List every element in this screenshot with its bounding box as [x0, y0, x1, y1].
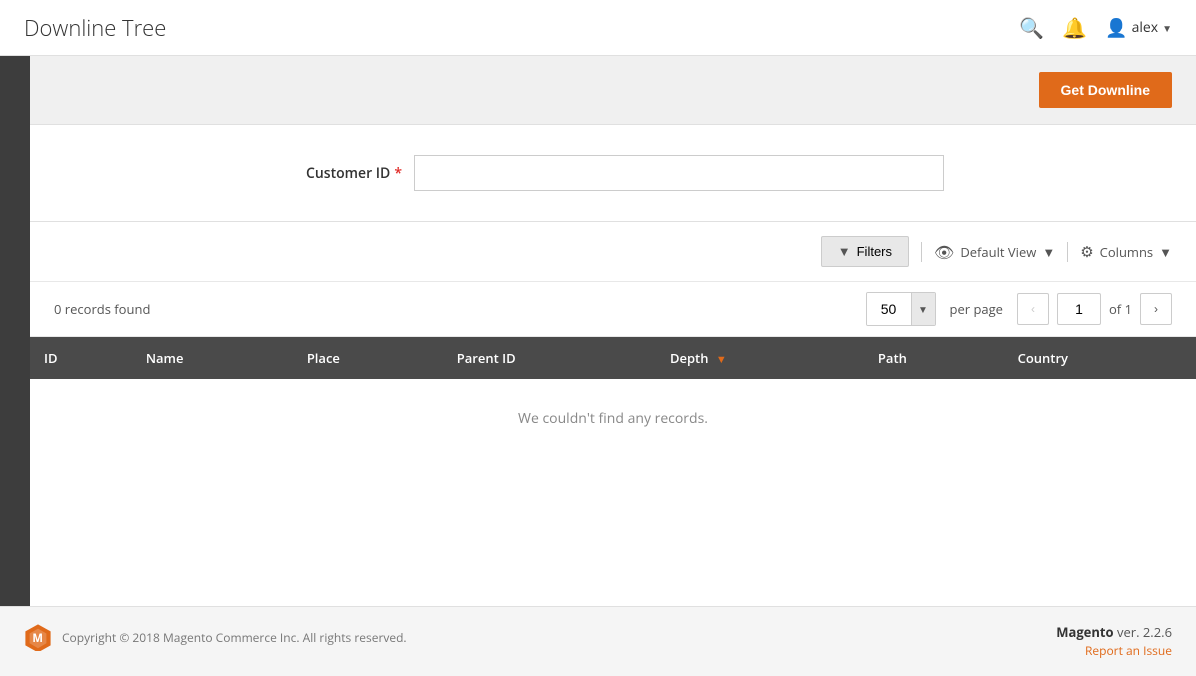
col-depth[interactable]: Depth ▼	[656, 337, 864, 379]
sort-desc-icon: ▼	[716, 352, 727, 367]
pagination: 50 ▼ per page ‹ 1 of 1 ›	[866, 292, 1173, 326]
table-header-row: ID Name Place Parent ID Depth ▼ Path Cou…	[30, 337, 1196, 379]
gear-icon: ⚙	[1080, 242, 1093, 262]
page-total: of 1	[1109, 300, 1132, 318]
customer-id-input[interactable]	[414, 155, 944, 191]
header-actions: 🔍 🔔 👤 alex ▼	[1019, 14, 1172, 41]
get-downline-button[interactable]: Get Downline	[1039, 72, 1172, 108]
footer-version-number: ver. 2.2.6	[1117, 623, 1172, 641]
search-icon[interactable]: 🔍	[1019, 14, 1044, 41]
sidebar	[0, 56, 30, 606]
notification-icon[interactable]: 🔔	[1062, 14, 1087, 41]
col-country: Country	[1004, 337, 1196, 379]
toolbar-divider2	[1067, 242, 1068, 262]
toolbar-divider	[921, 242, 922, 262]
user-name: alex	[1132, 18, 1159, 37]
empty-row: We couldn't find any records.	[30, 379, 1196, 458]
records-bar: 0 records found 50 ▼ per page ‹ 1 of 1 ›	[30, 282, 1196, 337]
page-title: Downline Tree	[24, 13, 166, 43]
user-menu[interactable]: 👤 alex ▼	[1105, 16, 1172, 40]
records-count: 0 records found	[54, 300, 150, 318]
per-page-label: per page	[950, 300, 1003, 318]
col-path: Path	[864, 337, 1004, 379]
columns-control[interactable]: ⚙ Columns ▼	[1080, 242, 1172, 262]
next-page-button[interactable]: ›	[1140, 293, 1172, 325]
eye-icon: 👁	[934, 241, 954, 263]
footer-brand: Magento	[1056, 623, 1113, 641]
per-page-select[interactable]: 50 ▼	[866, 292, 936, 326]
action-bar: Get Downline	[30, 56, 1196, 125]
customer-id-row: Customer ID*	[54, 155, 1172, 191]
user-avatar-icon: 👤	[1105, 16, 1127, 40]
filters-button[interactable]: ▼ Filters	[821, 236, 909, 267]
data-table: ID Name Place Parent ID Depth ▼ Path Cou…	[30, 337, 1196, 458]
footer: M Copyright © 2018 Magento Commerce Inc.…	[0, 606, 1196, 676]
footer-copyright: Copyright © 2018 Magento Commerce Inc. A…	[62, 629, 407, 646]
magento-logo-icon: M	[24, 623, 52, 651]
grid-wrapper: ID Name Place Parent ID Depth ▼ Path Cou…	[30, 337, 1196, 606]
view-chevron-icon: ▼	[1042, 243, 1055, 261]
per-page-arrow[interactable]: ▼	[911, 293, 935, 325]
footer-left: M Copyright © 2018 Magento Commerce Inc.…	[24, 623, 407, 651]
columns-chevron-icon: ▼	[1159, 243, 1172, 261]
filter-icon: ▼	[838, 244, 851, 259]
prev-page-button[interactable]: ‹	[1017, 293, 1049, 325]
customer-id-label: Customer ID*	[282, 164, 402, 183]
svg-text:M: M	[32, 631, 43, 646]
report-issue-link[interactable]: Report an Issue	[1085, 642, 1172, 659]
per-page-input[interactable]: 50	[867, 293, 911, 325]
col-parent-id: Parent ID	[443, 337, 656, 379]
col-place: Place	[293, 337, 443, 379]
current-page-input[interactable]: 1	[1057, 293, 1101, 325]
required-star: *	[394, 164, 402, 183]
footer-right: Magento ver. 2.2.6 Report an Issue	[1056, 623, 1172, 660]
empty-message: We couldn't find any records.	[30, 379, 1196, 458]
top-header: Downline Tree 🔍 🔔 👤 alex ▼	[0, 0, 1196, 56]
main-content: Get Downline Customer ID* ▼ Filters 👁 De…	[30, 56, 1196, 606]
default-view-control[interactable]: 👁 Default View ▼	[934, 241, 1055, 263]
main-layout: Get Downline Customer ID* ▼ Filters 👁 De…	[0, 56, 1196, 606]
col-id: ID	[30, 337, 132, 379]
grid-toolbar: ▼ Filters 👁 Default View ▼ ⚙ Columns ▼	[30, 222, 1196, 282]
col-name: Name	[132, 337, 293, 379]
form-section: Customer ID*	[30, 125, 1196, 222]
chevron-down-icon: ▼	[1162, 21, 1172, 35]
footer-version: Magento ver. 2.2.6	[1056, 623, 1172, 641]
